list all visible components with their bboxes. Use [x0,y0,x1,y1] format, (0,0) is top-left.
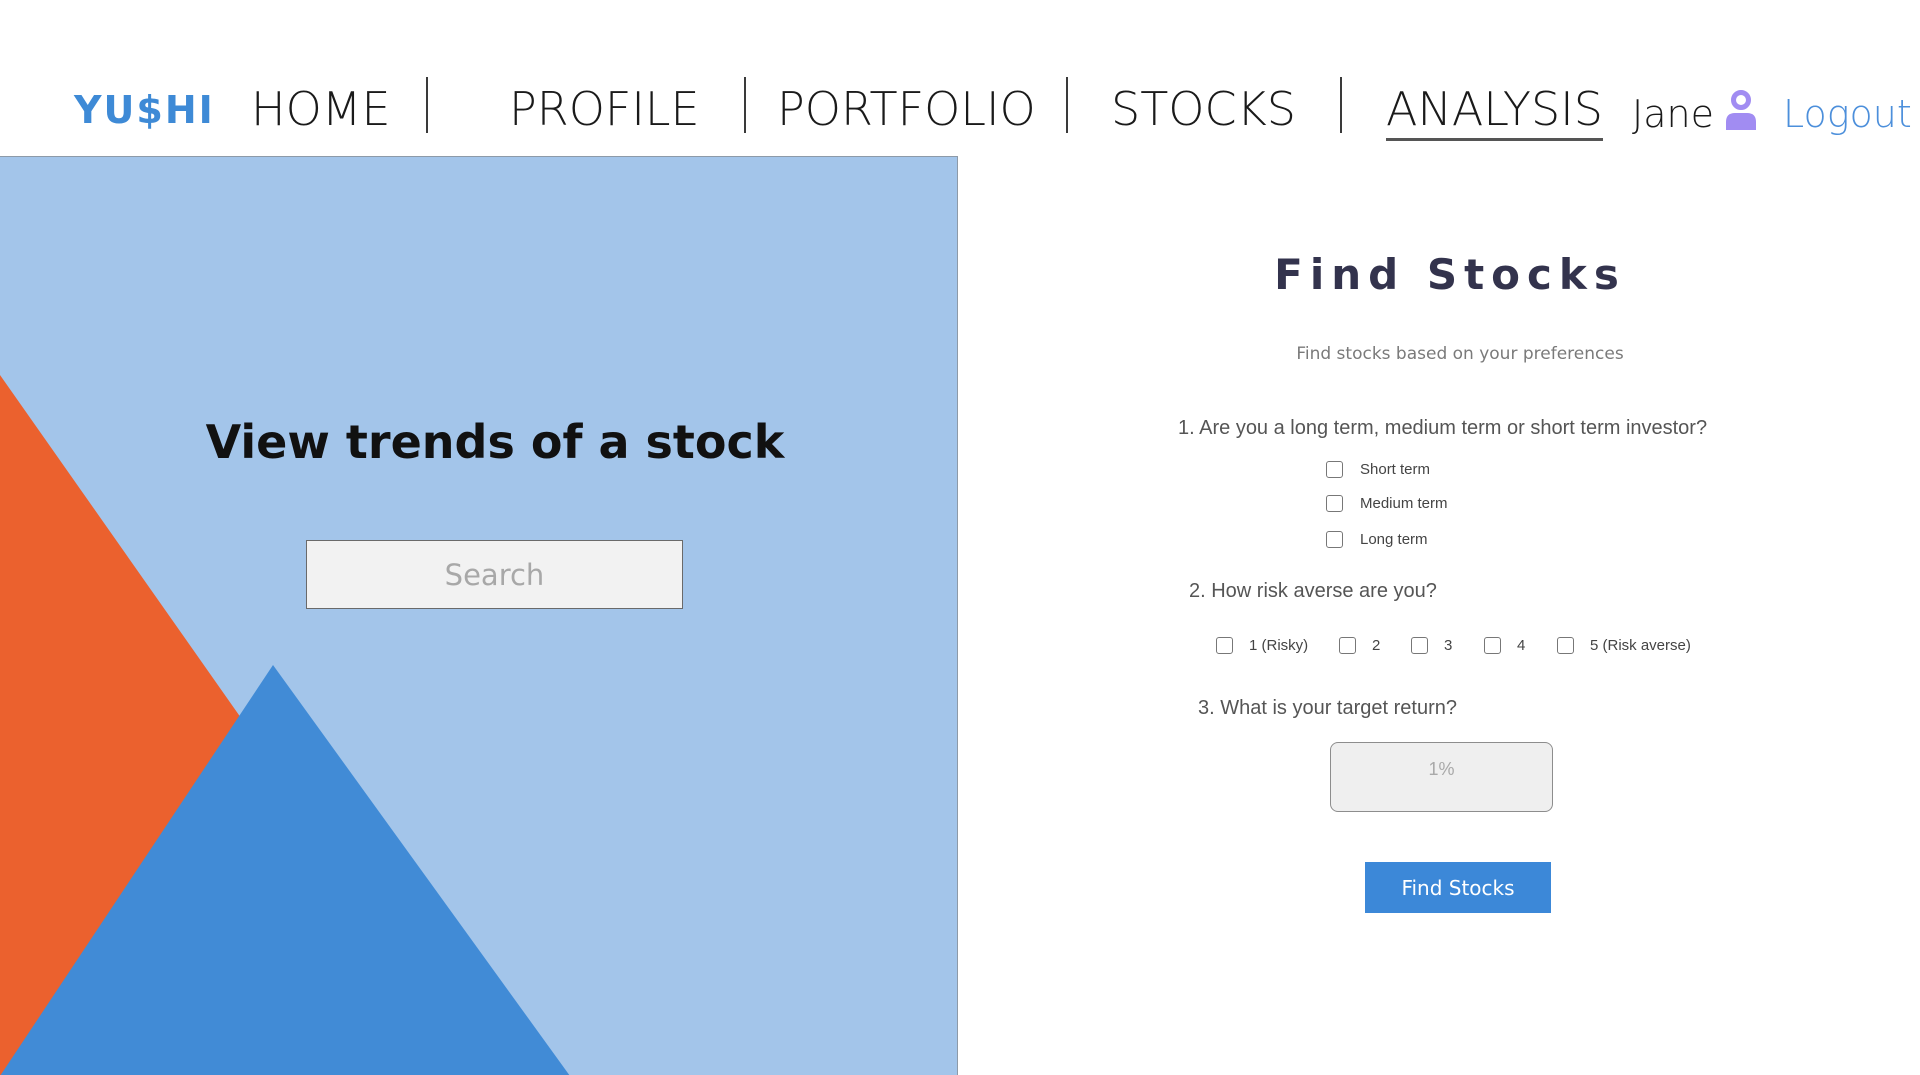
nav-item-stocks[interactable]: STOCKS [1111,82,1296,136]
option-risk-1[interactable]: 1 (Risky) [1216,637,1308,654]
user-icon[interactable] [1724,90,1758,132]
checkbox[interactable] [1326,495,1343,512]
logout-link[interactable]: Logout [1783,92,1912,136]
option-short-term[interactable]: Short term [1326,461,1430,478]
user-name: Jane [1632,92,1714,136]
option-label: Short term [1360,461,1431,478]
nav-divider [744,77,746,133]
target-return-input[interactable] [1330,742,1553,812]
checkbox[interactable] [1339,637,1356,654]
option-risk-5[interactable]: 5 (Risk averse) [1557,637,1691,654]
option-label: 3 [1444,637,1453,654]
option-risk-3[interactable]: 3 [1411,637,1452,654]
option-medium-term[interactable]: Medium term [1326,495,1448,512]
option-label: Medium term [1360,495,1448,512]
nav-divider [1340,77,1342,133]
nav-item-profile[interactable]: PROFILE [509,82,700,136]
hero-panel: View trends of a stock [0,156,958,1075]
option-risk-2[interactable]: 2 [1339,637,1380,654]
hero-decoration [0,375,570,1075]
option-label: 2 [1372,637,1381,654]
option-long-term[interactable]: Long term [1326,531,1428,548]
find-stocks-title: Find Stocks [1274,250,1626,299]
option-label: 5 (Risk averse) [1590,637,1691,654]
nav-item-home[interactable]: HOME [251,82,391,136]
find-stocks-button[interactable]: Find Stocks [1365,862,1551,913]
question-risk-aversion: 2. How risk averse are you? [1189,580,1437,602]
find-stocks-subtitle: Find stocks based on your preferences [1296,344,1624,364]
checkbox[interactable] [1557,637,1574,654]
checkbox[interactable] [1411,637,1428,654]
option-label: 4 [1517,637,1526,654]
checkbox[interactable] [1326,531,1343,548]
question-investor-term: 1. Are you a long term, medium term or s… [1178,417,1708,439]
question-target-return: 3. What is your target return? [1198,697,1458,719]
checkbox[interactable] [1484,637,1501,654]
logo[interactable]: YU$HI [74,88,215,132]
nav-divider [426,77,428,133]
stock-search-input[interactable] [306,540,683,609]
checkbox[interactable] [1216,637,1233,654]
nav-divider [1066,77,1068,133]
option-label: Long term [1360,531,1428,548]
nav-item-analysis[interactable]: ANALYSIS [1386,82,1603,141]
top-nav: YU$HI HOME PROFILE PORTFOLIO STOCKS ANAL… [0,0,1920,156]
hero-title: View trends of a stock [205,415,785,469]
nav-item-portfolio[interactable]: PORTFOLIO [777,82,1036,136]
option-risk-4[interactable]: 4 [1484,637,1525,654]
option-label: 1 (Risky) [1249,637,1309,654]
checkbox[interactable] [1326,461,1343,478]
